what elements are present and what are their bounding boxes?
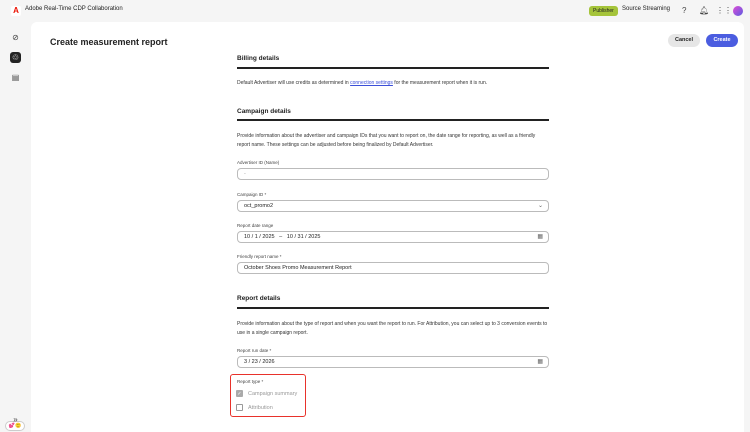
- report-type-group: Report type * ✓ Campaign summary Attribut…: [230, 374, 306, 417]
- cancel-button[interactable]: Cancel: [668, 34, 700, 47]
- checkbox-icon: [236, 404, 243, 411]
- reports-icon[interactable]: ▤: [10, 72, 21, 83]
- checkbox-checked-icon: ✓: [236, 390, 243, 397]
- app-title: Adobe Real-Time CDP Collaboration: [25, 6, 123, 12]
- advertiser-label: Advertiser ID (Name): [237, 160, 280, 165]
- page-title: Create measurement report: [50, 37, 168, 47]
- option-label: Attribution: [248, 404, 273, 411]
- calendar-icon[interactable]: ▦: [537, 232, 543, 242]
- adobe-logo: A: [11, 6, 21, 16]
- campaign-id-value: oct_promo2: [244, 203, 274, 209]
- run-date-value: 3 / 23 / 2026: [244, 359, 275, 365]
- expand-icon[interactable]: »: [10, 414, 21, 425]
- advertiser-value: -: [244, 171, 246, 177]
- billing-text-b: for the measurement report when it is ru…: [392, 80, 488, 86]
- campaign-heading: Campaign details: [237, 108, 291, 115]
- top-bar: A Adobe Real-Time CDP Collaboration Publ…: [0, 0, 750, 22]
- campaign-summary-checkbox[interactable]: ✓ Campaign summary: [236, 390, 297, 397]
- billing-text-a: Default Advertiser will use credits as d…: [237, 80, 351, 86]
- date-range-field[interactable]: 10 / 1 / 2025 – 10 / 31 / 2025 ▦: [237, 231, 549, 243]
- campaign-desc: Provide information about the advertiser…: [237, 133, 536, 148]
- report-name-value: October Shoes Promo Measurement Report: [244, 265, 352, 271]
- chevron-down-icon: ⌄: [537, 203, 543, 209]
- connection-settings-link[interactable]: connection settings: [350, 80, 393, 86]
- avatar[interactable]: [733, 6, 743, 16]
- discover-icon[interactable]: ⊘: [10, 32, 21, 43]
- role-badge: Publisher: [589, 6, 618, 16]
- report-name-input[interactable]: October Shoes Promo Measurement Report: [237, 262, 549, 274]
- option-label: Campaign summary: [248, 390, 298, 397]
- create-button[interactable]: Create: [706, 34, 738, 47]
- report-type-label: Report type *: [237, 379, 264, 384]
- report-name-label: Friendly report name *: [237, 254, 282, 259]
- main-panel: Create measurement report Cancel Create …: [31, 22, 744, 432]
- bell-icon[interactable]: 🔔︎: [699, 6, 709, 15]
- attribution-checkbox[interactable]: Attribution: [236, 404, 273, 411]
- divider: [237, 119, 549, 121]
- advertiser-field[interactable]: -: [237, 168, 549, 180]
- date-range-value: 10 / 1 / 2025 – 10 / 31 / 2025: [244, 234, 321, 240]
- org-switcher[interactable]: Source Streaming: [622, 6, 670, 12]
- date-range-label: Report date range: [237, 223, 274, 228]
- run-date-field[interactable]: 3 / 23 / 2026 ▦: [237, 356, 549, 368]
- report-heading: Report details: [237, 295, 281, 302]
- help-icon[interactable]: ?: [682, 6, 686, 15]
- campaign-id-label: Campaign ID *: [237, 192, 267, 197]
- billing-heading: Billing details: [237, 55, 280, 62]
- divider: [237, 67, 549, 69]
- sidebar: ⊘ ♲ ▤ 💕🙂 »: [0, 22, 31, 432]
- divider: [237, 307, 549, 309]
- campaign-id-select[interactable]: oct_promo2 ⌄: [237, 200, 549, 212]
- collaborate-icon[interactable]: ♲: [10, 52, 21, 63]
- run-date-label: Report run date *: [237, 348, 272, 353]
- report-desc: Provide information about the type of re…: [237, 321, 548, 336]
- billing-text: Default Advertiser will use credits as d…: [237, 79, 549, 88]
- calendar-icon[interactable]: ▦: [537, 357, 543, 367]
